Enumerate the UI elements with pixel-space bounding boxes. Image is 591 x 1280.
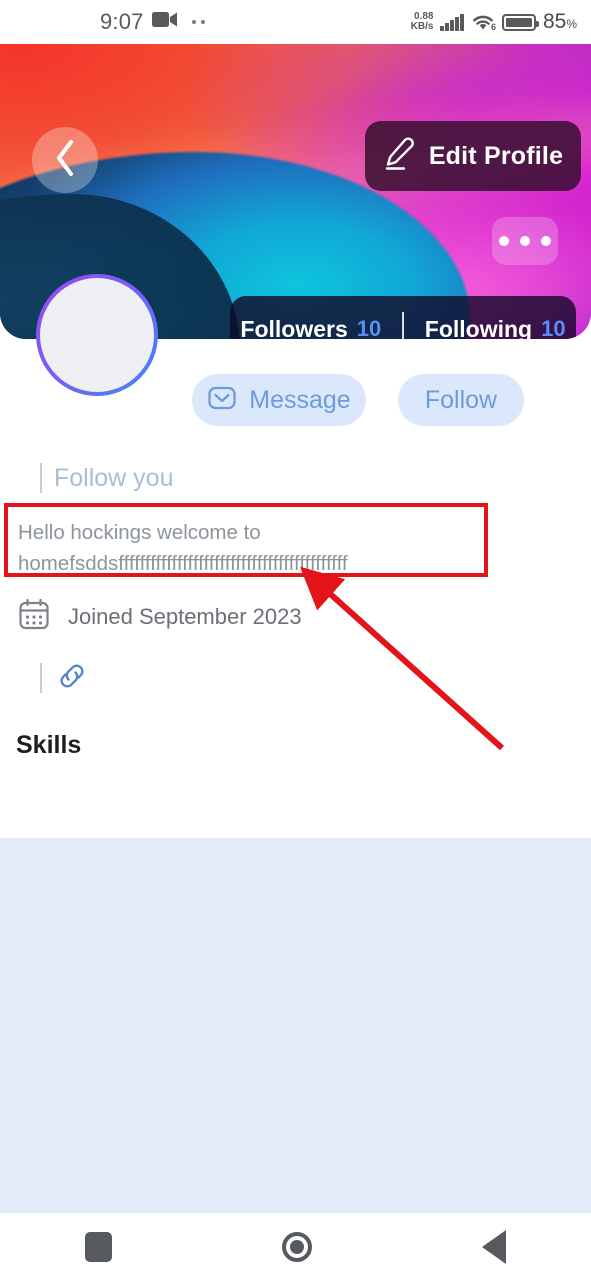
- status-bar-left: 9:07: [100, 0, 205, 44]
- more-options-button[interactable]: [492, 217, 558, 265]
- following-label: Following: [424, 315, 533, 340]
- circle-icon[interactable]: [282, 1231, 312, 1262]
- link-chain-icon[interactable]: [55, 659, 89, 698]
- edit-profile-button[interactable]: Edit Profile: [365, 121, 581, 191]
- status-extra-dots: [191, 20, 205, 24]
- network-speed-unit: KB/s: [410, 21, 434, 32]
- annotation-arrow: [290, 560, 520, 760]
- joined-label: Joined September 2023: [68, 604, 302, 629]
- network-speed-indicator: 0.88 KB/s: [411, 12, 434, 32]
- skills-heading: Skills: [16, 731, 82, 759]
- triangle-left-icon[interactable]: [482, 1229, 506, 1264]
- status-bar-right: 0.88 KB/s 6 85%: [411, 0, 577, 44]
- message-label: Message: [249, 385, 351, 414]
- wifi-generation-label: 6: [490, 22, 496, 32]
- wifi-icon: 6: [471, 13, 496, 32]
- followers-label: Followers: [240, 315, 348, 340]
- back-button[interactable]: [32, 127, 98, 193]
- pencil-icon: [383, 136, 415, 176]
- follow-you-label: Follow you: [54, 463, 174, 492]
- calendar-icon: [18, 598, 50, 636]
- followers-stat[interactable]: Followers 10: [240, 316, 381, 340]
- following-count: 10: [541, 316, 566, 339]
- website-link-row[interactable]: [40, 658, 89, 698]
- chevron-left-icon: [53, 138, 77, 183]
- profile-actions: Message Follow: [0, 374, 591, 428]
- square-icon[interactable]: [85, 1231, 112, 1262]
- battery-percent: 85%: [542, 10, 577, 33]
- edit-profile-label: Edit Profile: [428, 141, 564, 170]
- phone-screen: 9:07 0.88 KB/s 6 85% Edit Profile Follow…: [0, 0, 591, 1280]
- skills-content-area: [0, 838, 591, 1213]
- video-camera-icon: [151, 11, 178, 33]
- envelope-icon: [207, 383, 237, 418]
- status-bar: 9:07 0.88 KB/s 6 85%: [0, 0, 591, 44]
- follow-label: Follow: [424, 385, 498, 414]
- joined-row: Joined September 2023: [18, 598, 302, 636]
- follow-you-row: Follow you: [40, 461, 174, 495]
- message-button[interactable]: Message: [192, 374, 366, 426]
- link-row-divider: [40, 663, 42, 693]
- status-time: 9:07: [100, 9, 144, 34]
- followers-count: 10: [356, 316, 382, 339]
- follow-you-divider: [40, 463, 42, 493]
- stats-divider: [402, 312, 405, 339]
- follow-button[interactable]: Follow: [398, 374, 524, 426]
- stats-bar: Followers 10 Following 10: [230, 296, 576, 339]
- android-nav-bar: [0, 1213, 591, 1280]
- more-horizontal-icon: [499, 236, 509, 246]
- following-stat[interactable]: Following 10: [425, 316, 566, 340]
- signal-bars-icon: [440, 13, 464, 31]
- battery-icon: [501, 13, 539, 31]
